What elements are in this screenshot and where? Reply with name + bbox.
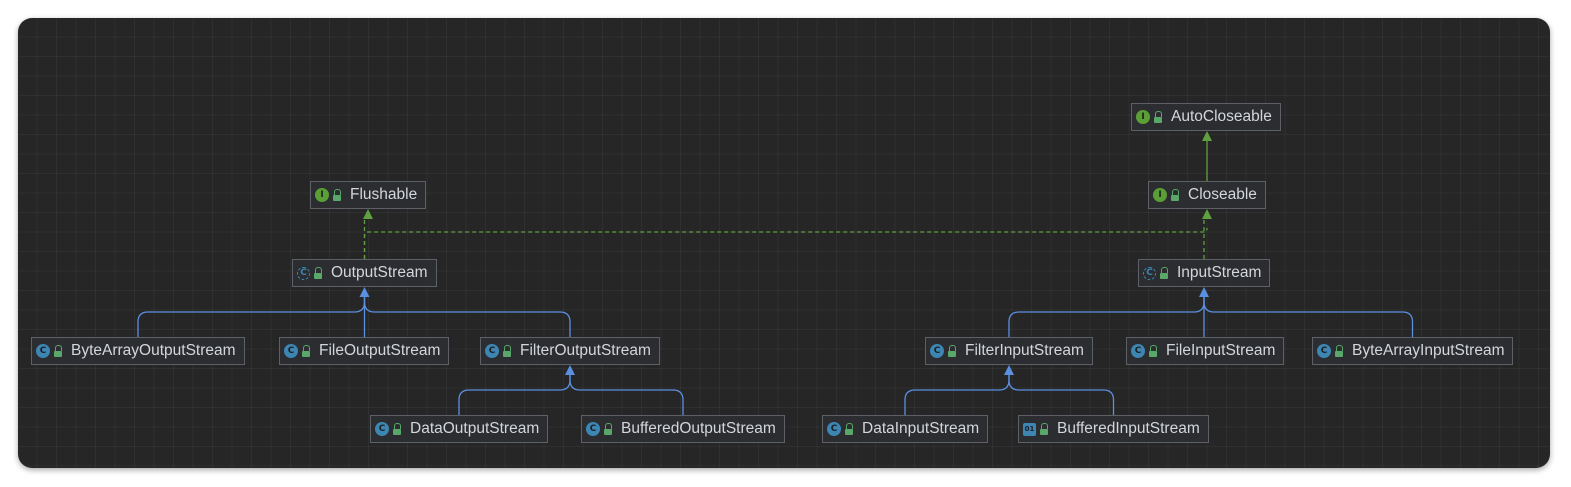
node-label: ByteArrayInputStream [1352,342,1505,359]
node-label: FilterInputStream [965,342,1084,359]
node-label: AutoCloseable [1171,108,1272,125]
node-label: FilterOutputStream [520,342,651,359]
node-label: FileInputStream [1166,342,1276,359]
lock-icon [392,422,402,436]
diagram-canvas: I AutoCloseable I Closeable I Flushable … [18,18,1550,468]
edges-layer [137,131,1414,415]
filteroutputstream-arrowhead [565,365,575,375]
node-bytearrayoutputstream[interactable]: C ByteArrayOutputStream [31,337,245,365]
lock-icon [53,344,63,358]
lock-icon [603,422,613,436]
node-bufferedoutputstream[interactable]: C BufferedOutputStream [581,415,785,443]
closeable-arrowhead [1202,209,1212,219]
filterinputstream-edge [1008,375,1115,415]
class-icon: C [375,422,389,436]
lock-icon [947,344,957,358]
node-bufferedinputstream[interactable]: 01 BufferedInputStream [1018,415,1209,443]
filteroutputstream-edge [458,375,571,415]
lock-icon [502,344,512,358]
node-inputstream[interactable]: C InputStream [1138,259,1271,287]
node-label: ByteArrayOutputStream [71,342,236,359]
lock-icon [1039,422,1049,436]
class-icon: C [1317,344,1331,358]
class-icon: C [827,422,841,436]
interface-icon: I [315,188,329,202]
abstract-class-icon: C [1143,266,1156,280]
filteroutputstream-edge [569,375,684,415]
node-label: Flushable [350,186,418,203]
node-flushable[interactable]: I Flushable [310,181,427,209]
lock-icon [1159,266,1169,280]
lock-icon [1334,344,1344,358]
class-icon: C [284,344,298,358]
flushable-arrowhead [363,209,373,219]
node-label: OutputStream [331,264,428,281]
node-label: BufferedOutputStream [621,420,776,437]
lock-icon [301,344,311,358]
inputstream-edge [1203,297,1414,337]
node-label: InputStream [1177,264,1262,281]
node-filteroutputstream[interactable]: C FilterOutputStream [480,337,660,365]
node-filterinputstream[interactable]: C FilterInputStream [925,337,1093,365]
node-label: DataOutputStream [410,420,540,437]
interface-icon: I [1153,188,1167,202]
node-fileoutputstream[interactable]: C FileOutputStream [279,337,450,365]
lock-icon [1153,110,1163,124]
node-dataoutputstream[interactable]: C DataOutputStream [370,415,549,443]
node-closeable[interactable]: I Closeable [1148,181,1266,209]
interface-icon: I [1136,110,1150,124]
filterinputstream-edge [904,375,1010,415]
lock-icon [844,422,854,436]
lock-icon [313,266,323,280]
node-outputstream[interactable]: C OutputStream [292,259,437,287]
node-datainputstream[interactable]: C DataInputStream [822,415,989,443]
inputstream-edge [1008,297,1205,337]
node-fileinputstream[interactable]: C FileInputStream [1126,337,1285,365]
node-label: BufferedInputStream [1057,420,1200,437]
class-icon: C [930,344,944,358]
inputstream-arrowhead [1199,287,1209,297]
abstract-class-icon: C [297,266,310,280]
lock-icon [1148,344,1158,358]
outputstream-edge [137,297,366,337]
filterinputstream-arrowhead [1004,365,1014,375]
node-label: Closeable [1188,186,1257,203]
outputstream-edge [363,297,571,337]
lock-icon [332,188,342,202]
node-autocloseable[interactable]: I AutoCloseable [1131,103,1281,131]
class-icon: C [586,422,600,436]
node-label: FileOutputStream [319,342,441,359]
class-icon: C [36,344,50,358]
node-label: DataInputStream [862,420,980,437]
lock-icon [1170,188,1180,202]
outputstream-arrowhead [359,287,370,297]
class-icon: C [1131,344,1145,358]
class-icon: C [485,344,499,358]
binary-class-icon: 01 [1023,422,1036,436]
node-bytearrayinputstream[interactable]: C ByteArrayInputStream [1312,337,1514,365]
outputstream-closeable-edge [363,227,1208,259]
autocloseable-arrowhead [1202,131,1212,141]
